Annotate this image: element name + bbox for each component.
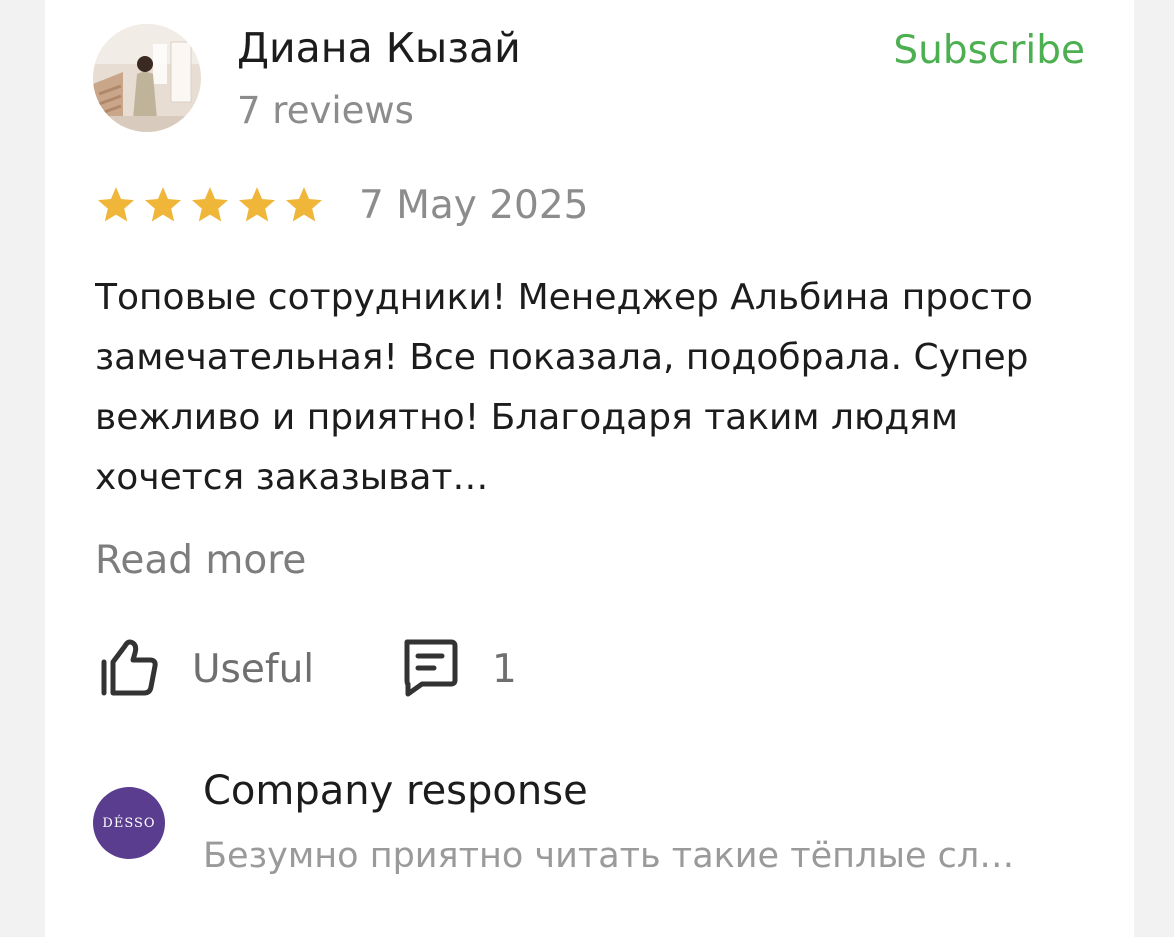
review-date: 7 May 2025: [359, 183, 589, 228]
thumbs-up-icon: [98, 636, 160, 702]
review-text: Топовые сотрудники! Менеджер Альбина про…: [95, 277, 1033, 498]
company-response-title: Company response: [203, 768, 588, 814]
useful-button[interactable]: Useful: [98, 634, 314, 704]
subscribe-button[interactable]: Subscribe: [893, 26, 1085, 76]
star-icon: [238, 187, 276, 222]
comments-button[interactable]: 1: [400, 634, 517, 704]
star-icon: [191, 187, 229, 222]
star-icon: [285, 187, 323, 222]
author-name[interactable]: Диана Кызай: [237, 20, 521, 76]
company-logo: DÉSSO: [93, 787, 165, 859]
author-review-count: 7 reviews: [237, 89, 414, 132]
star-icon: [97, 187, 135, 222]
star-icon: [144, 187, 182, 222]
author-avatar[interactable]: [93, 24, 201, 132]
rating-stars: [95, 184, 325, 226]
useful-label: Useful: [192, 646, 315, 692]
company-response-text[interactable]: Безумно приятно читать такие тёплые сл…: [203, 830, 1083, 882]
company-logo-text: DÉSSO: [102, 815, 156, 831]
comments-count: 1: [492, 646, 517, 692]
read-more-link[interactable]: Read more: [95, 535, 306, 587]
comment-icon: [400, 636, 458, 702]
